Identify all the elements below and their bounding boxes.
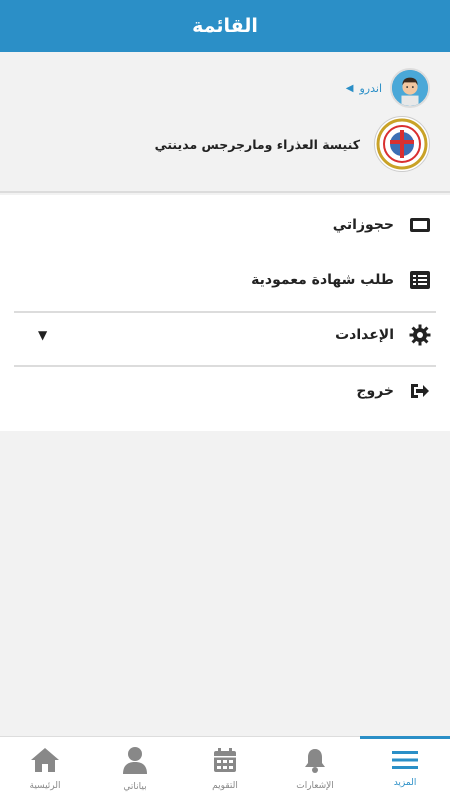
avatar[interactable] <box>390 68 430 108</box>
user-row[interactable]: اندرو ◀ <box>346 68 430 108</box>
church-row[interactable]: كنيسة العذراء ومارجرجس مدينتي <box>155 116 430 172</box>
church-name: كنيسة العذراء ومارجرجس مدينتي <box>154 136 360 152</box>
menu-item-label: حجوزاتي <box>332 217 394 233</box>
menu-item-baptism-certificate[interactable]: طلب شهادة معمودية <box>14 252 436 308</box>
menu-item-settings[interactable]: الإعدادت ▼ <box>14 307 436 363</box>
tab-label: الإشعارات <box>296 780 334 791</box>
profile-section: اندرو ◀ كنيسة العذراء ومارجرجس مدينتي <box>0 52 450 193</box>
gear-icon <box>408 323 432 347</box>
calendar-icon <box>213 747 237 777</box>
bell-icon <box>303 747 327 777</box>
bottom-tab-bar: المزيد الإشعارات التقويم بياناتي الرئيسي… <box>0 736 450 800</box>
menu-item-reservations[interactable]: حجوزاتي <box>14 197 436 253</box>
tab-calendar[interactable]: التقويم <box>180 737 270 800</box>
tab-more[interactable]: المزيد <box>360 736 450 800</box>
menu-item-label: الإعدادت <box>335 327 394 343</box>
menu-list: حجوزاتي طلب شهادة معمودية الإعدادت ▼ خرو… <box>0 195 450 431</box>
chevron-down-icon[interactable]: ▼ <box>38 328 47 342</box>
list-icon <box>408 268 432 292</box>
menu-icon <box>392 750 418 774</box>
ticket-icon <box>408 213 432 237</box>
user-name: اندرو <box>359 81 382 95</box>
tab-label: المزيد <box>393 777 417 788</box>
tab-my-data[interactable]: بياناتي <box>90 737 180 800</box>
menu-item-logout[interactable]: خروج <box>14 363 436 419</box>
page-title: القائمة <box>192 15 258 37</box>
expand-arrow-icon[interactable]: ◀ <box>346 83 354 94</box>
tab-notifications[interactable]: الإشعارات <box>270 737 360 800</box>
menu-item-label: طلب شهادة معمودية <box>251 272 394 288</box>
user-icon <box>122 746 148 778</box>
logout-icon <box>408 379 432 403</box>
tab-label: الرئيسية <box>29 780 61 791</box>
church-logo <box>374 116 430 172</box>
home-icon <box>30 747 60 777</box>
menu-item-label: خروج <box>356 383 394 399</box>
tab-label: التقويم <box>212 780 238 791</box>
app-header: القائمة <box>0 0 450 52</box>
tab-label: بياناتي <box>123 781 147 792</box>
tab-home[interactable]: الرئيسية <box>0 737 90 800</box>
